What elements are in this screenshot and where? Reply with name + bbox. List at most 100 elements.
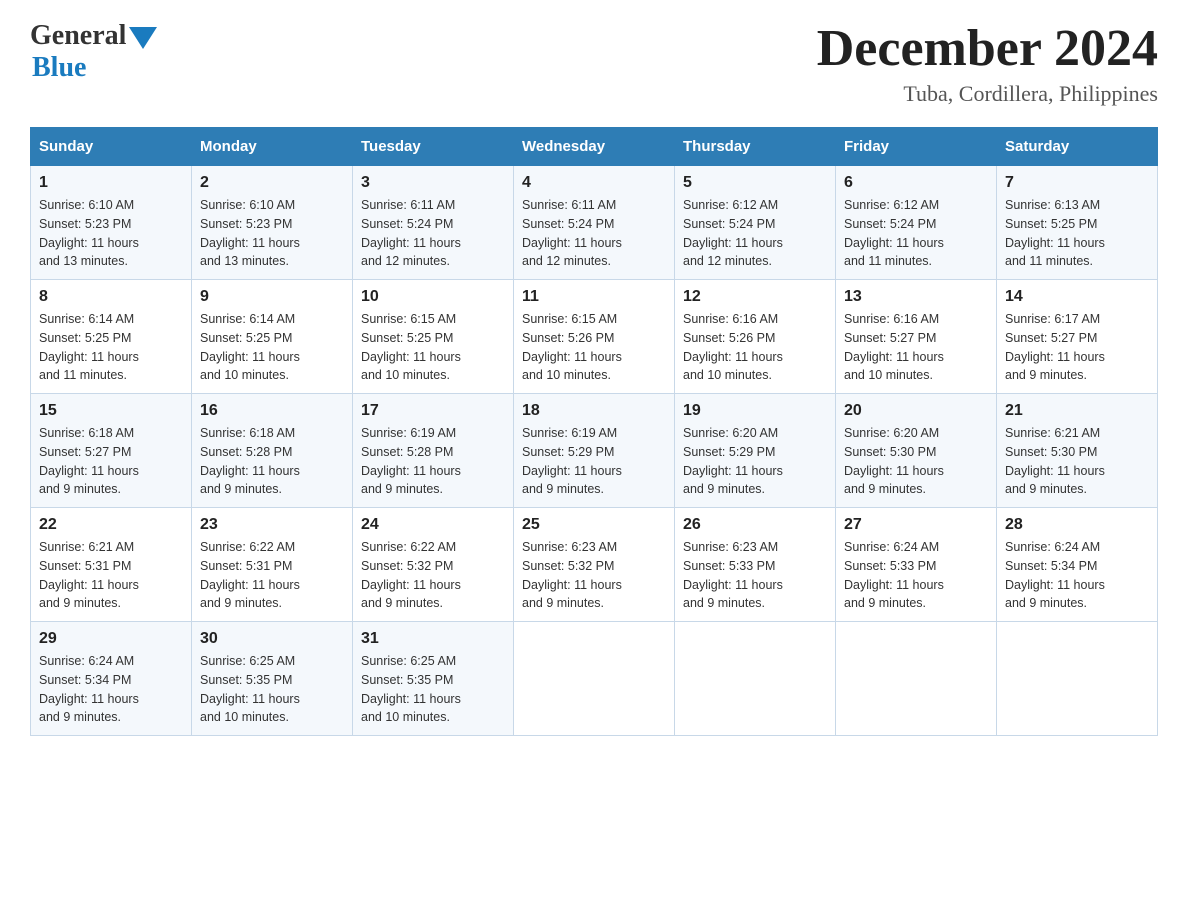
calendar-header-row: Sunday Monday Tuesday Wednesday Thursday… — [31, 128, 1158, 166]
calendar-week-row: 15 Sunrise: 6:18 AMSunset: 5:27 PMDaylig… — [31, 394, 1158, 508]
title-block: December 2024 Tuba, Cordillera, Philippi… — [817, 20, 1158, 107]
day-number: 5 — [683, 174, 827, 192]
table-row — [836, 622, 997, 736]
day-number: 19 — [683, 402, 827, 420]
calendar-week-row: 1 Sunrise: 6:10 AMSunset: 5:23 PMDayligh… — [31, 166, 1158, 280]
day-info: Sunrise: 6:11 AMSunset: 5:24 PMDaylight:… — [522, 196, 666, 271]
day-number: 21 — [1005, 402, 1149, 420]
day-info: Sunrise: 6:10 AMSunset: 5:23 PMDaylight:… — [39, 196, 183, 271]
day-info: Sunrise: 6:12 AMSunset: 5:24 PMDaylight:… — [683, 196, 827, 271]
calendar-table: Sunday Monday Tuesday Wednesday Thursday… — [30, 127, 1158, 736]
table-row: 3 Sunrise: 6:11 AMSunset: 5:24 PMDayligh… — [353, 166, 514, 280]
table-row — [675, 622, 836, 736]
day-number: 23 — [200, 516, 344, 534]
table-row: 25 Sunrise: 6:23 AMSunset: 5:32 PMDaylig… — [514, 508, 675, 622]
day-info: Sunrise: 6:14 AMSunset: 5:25 PMDaylight:… — [200, 310, 344, 385]
day-info: Sunrise: 6:14 AMSunset: 5:25 PMDaylight:… — [39, 310, 183, 385]
table-row: 30 Sunrise: 6:25 AMSunset: 5:35 PMDaylig… — [192, 622, 353, 736]
day-number: 29 — [39, 630, 183, 648]
day-info: Sunrise: 6:18 AMSunset: 5:28 PMDaylight:… — [200, 424, 344, 499]
table-row: 18 Sunrise: 6:19 AMSunset: 5:29 PMDaylig… — [514, 394, 675, 508]
day-info: Sunrise: 6:17 AMSunset: 5:27 PMDaylight:… — [1005, 310, 1149, 385]
day-number: 3 — [361, 174, 505, 192]
day-number: 20 — [844, 402, 988, 420]
day-info: Sunrise: 6:24 AMSunset: 5:33 PMDaylight:… — [844, 538, 988, 613]
day-info: Sunrise: 6:19 AMSunset: 5:29 PMDaylight:… — [522, 424, 666, 499]
calendar-week-row: 29 Sunrise: 6:24 AMSunset: 5:34 PMDaylig… — [31, 622, 1158, 736]
table-row: 1 Sunrise: 6:10 AMSunset: 5:23 PMDayligh… — [31, 166, 192, 280]
day-info: Sunrise: 6:15 AMSunset: 5:25 PMDaylight:… — [361, 310, 505, 385]
table-row: 11 Sunrise: 6:15 AMSunset: 5:26 PMDaylig… — [514, 280, 675, 394]
table-row: 16 Sunrise: 6:18 AMSunset: 5:28 PMDaylig… — [192, 394, 353, 508]
day-number: 26 — [683, 516, 827, 534]
header-monday: Monday — [192, 128, 353, 166]
calendar-week-row: 8 Sunrise: 6:14 AMSunset: 5:25 PMDayligh… — [31, 280, 1158, 394]
header-thursday: Thursday — [675, 128, 836, 166]
day-info: Sunrise: 6:18 AMSunset: 5:27 PMDaylight:… — [39, 424, 183, 499]
table-row: 6 Sunrise: 6:12 AMSunset: 5:24 PMDayligh… — [836, 166, 997, 280]
day-number: 30 — [200, 630, 344, 648]
table-row: 27 Sunrise: 6:24 AMSunset: 5:33 PMDaylig… — [836, 508, 997, 622]
day-number: 6 — [844, 174, 988, 192]
month-year-title: December 2024 — [817, 20, 1158, 77]
day-info: Sunrise: 6:16 AMSunset: 5:26 PMDaylight:… — [683, 310, 827, 385]
logo: General Blue — [30, 20, 157, 84]
table-row: 15 Sunrise: 6:18 AMSunset: 5:27 PMDaylig… — [31, 394, 192, 508]
day-number: 18 — [522, 402, 666, 420]
table-row: 29 Sunrise: 6:24 AMSunset: 5:34 PMDaylig… — [31, 622, 192, 736]
day-info: Sunrise: 6:20 AMSunset: 5:29 PMDaylight:… — [683, 424, 827, 499]
table-row: 23 Sunrise: 6:22 AMSunset: 5:31 PMDaylig… — [192, 508, 353, 622]
header-saturday: Saturday — [997, 128, 1158, 166]
table-row: 12 Sunrise: 6:16 AMSunset: 5:26 PMDaylig… — [675, 280, 836, 394]
day-number: 7 — [1005, 174, 1149, 192]
table-row — [997, 622, 1158, 736]
table-row: 31 Sunrise: 6:25 AMSunset: 5:35 PMDaylig… — [353, 622, 514, 736]
day-info: Sunrise: 6:25 AMSunset: 5:35 PMDaylight:… — [200, 652, 344, 727]
logo-triangle-icon — [129, 27, 157, 49]
logo-general: General — [30, 20, 126, 52]
header-wednesday: Wednesday — [514, 128, 675, 166]
day-info: Sunrise: 6:20 AMSunset: 5:30 PMDaylight:… — [844, 424, 988, 499]
day-number: 9 — [200, 288, 344, 306]
day-number: 14 — [1005, 288, 1149, 306]
day-info: Sunrise: 6:10 AMSunset: 5:23 PMDaylight:… — [200, 196, 344, 271]
table-row: 24 Sunrise: 6:22 AMSunset: 5:32 PMDaylig… — [353, 508, 514, 622]
day-info: Sunrise: 6:13 AMSunset: 5:25 PMDaylight:… — [1005, 196, 1149, 271]
day-info: Sunrise: 6:21 AMSunset: 5:31 PMDaylight:… — [39, 538, 183, 613]
day-number: 22 — [39, 516, 183, 534]
day-number: 15 — [39, 402, 183, 420]
day-info: Sunrise: 6:23 AMSunset: 5:32 PMDaylight:… — [522, 538, 666, 613]
table-row: 20 Sunrise: 6:20 AMSunset: 5:30 PMDaylig… — [836, 394, 997, 508]
day-number: 28 — [1005, 516, 1149, 534]
day-number: 24 — [361, 516, 505, 534]
day-number: 4 — [522, 174, 666, 192]
day-info: Sunrise: 6:15 AMSunset: 5:26 PMDaylight:… — [522, 310, 666, 385]
table-row — [514, 622, 675, 736]
table-row: 9 Sunrise: 6:14 AMSunset: 5:25 PMDayligh… — [192, 280, 353, 394]
day-number: 25 — [522, 516, 666, 534]
location-title: Tuba, Cordillera, Philippines — [817, 81, 1158, 107]
day-info: Sunrise: 6:24 AMSunset: 5:34 PMDaylight:… — [39, 652, 183, 727]
logo-blue: Blue — [32, 52, 86, 83]
day-info: Sunrise: 6:19 AMSunset: 5:28 PMDaylight:… — [361, 424, 505, 499]
day-info: Sunrise: 6:11 AMSunset: 5:24 PMDaylight:… — [361, 196, 505, 271]
table-row: 19 Sunrise: 6:20 AMSunset: 5:29 PMDaylig… — [675, 394, 836, 508]
page-header: General Blue December 2024 Tuba, Cordill… — [30, 20, 1158, 107]
table-row: 26 Sunrise: 6:23 AMSunset: 5:33 PMDaylig… — [675, 508, 836, 622]
table-row: 13 Sunrise: 6:16 AMSunset: 5:27 PMDaylig… — [836, 280, 997, 394]
day-number: 10 — [361, 288, 505, 306]
table-row: 2 Sunrise: 6:10 AMSunset: 5:23 PMDayligh… — [192, 166, 353, 280]
day-number: 8 — [39, 288, 183, 306]
day-info: Sunrise: 6:16 AMSunset: 5:27 PMDaylight:… — [844, 310, 988, 385]
calendar-week-row: 22 Sunrise: 6:21 AMSunset: 5:31 PMDaylig… — [31, 508, 1158, 622]
day-number: 11 — [522, 288, 666, 306]
table-row: 5 Sunrise: 6:12 AMSunset: 5:24 PMDayligh… — [675, 166, 836, 280]
table-row: 14 Sunrise: 6:17 AMSunset: 5:27 PMDaylig… — [997, 280, 1158, 394]
day-info: Sunrise: 6:22 AMSunset: 5:32 PMDaylight:… — [361, 538, 505, 613]
day-number: 1 — [39, 174, 183, 192]
day-info: Sunrise: 6:25 AMSunset: 5:35 PMDaylight:… — [361, 652, 505, 727]
header-sunday: Sunday — [31, 128, 192, 166]
table-row: 7 Sunrise: 6:13 AMSunset: 5:25 PMDayligh… — [997, 166, 1158, 280]
day-info: Sunrise: 6:12 AMSunset: 5:24 PMDaylight:… — [844, 196, 988, 271]
header-tuesday: Tuesday — [353, 128, 514, 166]
